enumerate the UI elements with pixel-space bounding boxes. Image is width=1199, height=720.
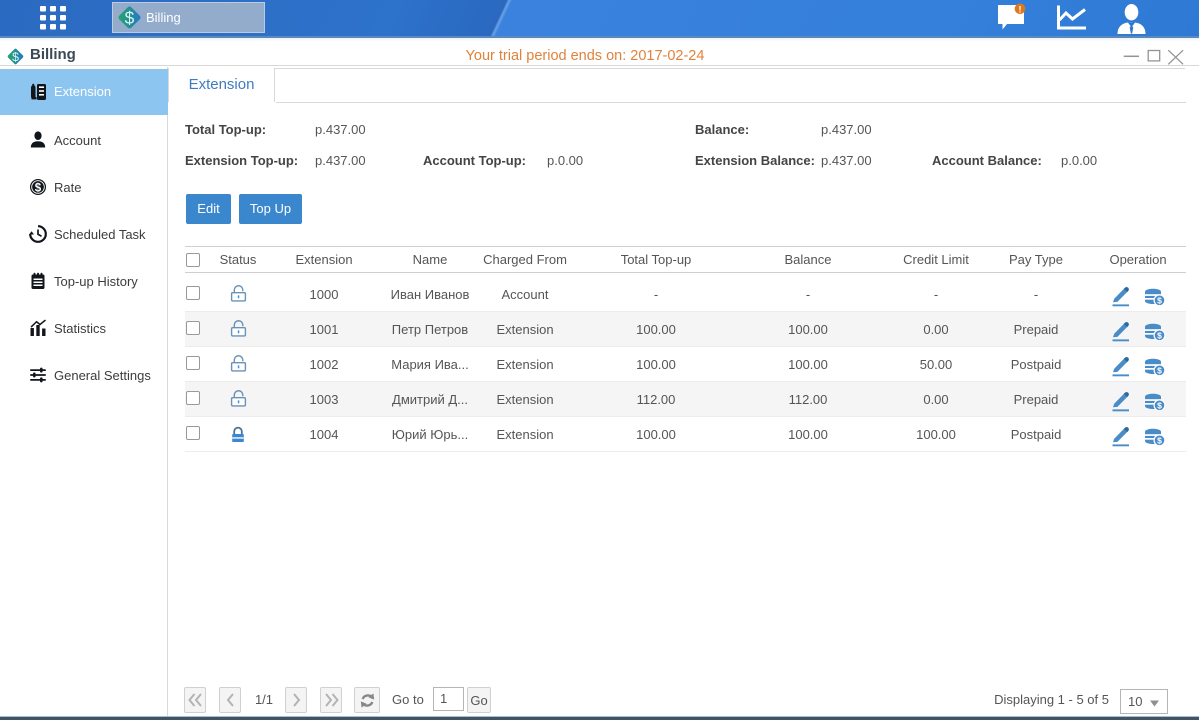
svg-text:$: $ [1157, 295, 1162, 305]
svg-text:$: $ [1157, 365, 1162, 375]
svg-text:$: $ [1157, 435, 1162, 445]
svg-text:$: $ [35, 182, 42, 194]
svg-text:$: $ [1157, 330, 1162, 340]
svg-text:$: $ [125, 8, 135, 28]
svg-text:$: $ [1157, 400, 1162, 410]
svg-text:!: ! [1019, 5, 1022, 15]
